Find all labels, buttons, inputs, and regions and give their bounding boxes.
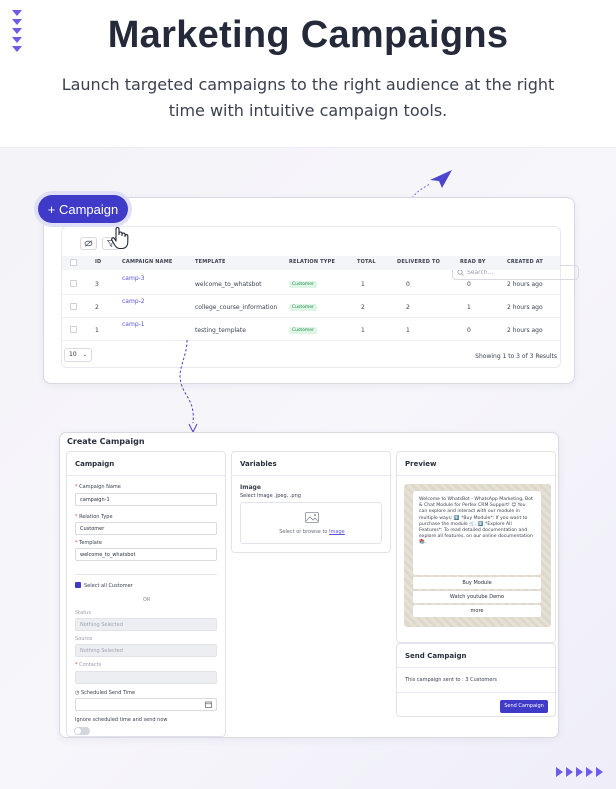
column-header-template[interactable]: TEMPLATE <box>195 259 226 265</box>
or-separator: OR <box>143 597 151 603</box>
source-label: Source <box>75 636 93 642</box>
select-all-label: Select all Customer <box>84 583 133 589</box>
page-size-value: 10 <box>69 351 77 358</box>
row-checkbox[interactable] <box>70 326 77 333</box>
column-header-id[interactable]: ID <box>95 259 101 265</box>
column-header-total[interactable]: TOTAL <box>357 259 376 265</box>
cell-delivered: 2 <box>406 304 410 311</box>
send-campaign-info: This campaign sent to : 3 Customers <box>405 677 497 683</box>
relation-type-label: * Relation Type <box>75 514 113 520</box>
hand-cursor-icon <box>111 227 129 250</box>
variables-panel-heading: Variables <box>232 452 390 476</box>
image-hint: Select Image .jpeg, .png <box>240 493 301 499</box>
campaign-name-input[interactable]: campaign-1 <box>75 493 217 506</box>
preview-panel: Preview Welcome to WhatsBot - WhatsApp M… <box>396 451 556 643</box>
variables-panel: Variables Image Select Image .jpeg, .png… <box>231 451 391 553</box>
create-campaign-title: Create Campaign <box>67 437 145 446</box>
cell-delivered: 1 <box>406 327 410 334</box>
campaign-panel: Campaign * Campaign Name campaign-1 * Re… <box>66 451 226 737</box>
cell-read: 0 <box>467 327 471 334</box>
template-label: * Template <box>75 540 102 546</box>
preview-button-watch-demo[interactable]: Watch youtube Demo <box>413 591 541 603</box>
cell-id: 2 <box>95 304 99 311</box>
row-checkbox[interactable] <box>70 303 77 310</box>
hide-columns-button[interactable] <box>80 237 97 250</box>
contacts-select[interactable] <box>75 671 217 684</box>
image-label: Image <box>240 484 261 491</box>
message-bubble: Welcome to WhatsBot - WhatsApp Marketing… <box>413 491 541 575</box>
image-icon <box>305 512 319 523</box>
template-select[interactable]: welcome_to_whatsbot <box>75 548 217 561</box>
cell-total: 2 <box>361 304 365 311</box>
add-campaign-label: + Campaign <box>47 201 119 217</box>
ignore-schedule-toggle[interactable] <box>74 727 90 735</box>
send-campaign-button[interactable]: Send Campaign <box>500 700 548 713</box>
divider <box>397 692 555 693</box>
select-all-checkbox[interactable] <box>75 582 81 588</box>
send-campaign-panel: Send Campaign This campaign sent to : 3 … <box>396 643 556 717</box>
status-select[interactable]: Nothing Selected <box>75 618 217 631</box>
campaign-name-label: * Campaign Name <box>75 484 121 490</box>
column-header-delivered-to[interactable]: DELIVERED TO <box>397 259 440 265</box>
dashed-connector-arrow <box>179 339 198 434</box>
cell-template: welcome_to_whatsbot <box>195 281 262 288</box>
status-label: Status <box>75 610 91 616</box>
preview-button-buy-module[interactable]: Buy Module <box>413 577 541 589</box>
preview-panel-heading: Preview <box>397 452 555 476</box>
cell-total: 1 <box>361 281 365 288</box>
relation-type-badge: Customer <box>289 304 317 311</box>
relation-type-badge: Customer <box>289 281 317 288</box>
cell-created-at: 2 hours ago <box>507 327 543 334</box>
pagination-info: Showing 1 to 3 of 3 Results <box>475 353 557 360</box>
column-header-read-by[interactable]: READ BY <box>460 259 486 265</box>
add-campaign-button[interactable]: + Campaign <box>38 195 128 223</box>
cell-read: 0 <box>467 281 471 288</box>
page-title: Marketing Campaigns <box>107 14 509 56</box>
preview-button-more[interactable]: more <box>413 605 541 617</box>
cell-campaign-name[interactable]: camp-1 <box>122 321 145 328</box>
calendar-icon <box>205 701 212 708</box>
row-checkbox[interactable] <box>70 280 77 287</box>
select-all-checkbox[interactable] <box>70 259 77 266</box>
scheduled-time-label: ◷ Scheduled Send Time <box>75 690 136 696</box>
ignore-schedule-label: Ignore scheduled time and send now <box>75 717 168 723</box>
cell-delivered: 0 <box>406 281 410 288</box>
cell-read: 1 <box>467 304 471 311</box>
source-select[interactable]: Nothing Selected <box>75 644 217 657</box>
table-row[interactable]: 2 camp-2 college_course_information Cust… <box>62 295 560 318</box>
upload-instructions: Select or browse to Image <box>279 529 345 535</box>
cell-template: college_course_information <box>195 304 278 311</box>
send-campaign-heading: Send Campaign <box>397 644 555 668</box>
table-row[interactable]: 3 camp-3 welcome_to_whatsbot Customer 1 … <box>62 272 560 295</box>
cell-campaign-name[interactable]: camp-3 <box>122 275 145 282</box>
eye-off-icon <box>84 240 93 247</box>
cell-created-at: 2 hours ago <box>507 281 543 288</box>
cell-id: 3 <box>95 281 99 288</box>
column-header-campaign-name[interactable]: CAMPAIGN NAME <box>122 259 173 265</box>
cell-campaign-name[interactable]: camp-2 <box>122 298 145 305</box>
divider <box>75 574 217 575</box>
campaign-panel-heading: Campaign <box>67 452 225 476</box>
paper-plane-icon <box>411 170 452 199</box>
browse-image-link[interactable]: Image <box>329 529 345 535</box>
cell-template: testing_template <box>195 327 246 334</box>
cell-total: 1 <box>361 327 365 334</box>
image-upload-dropzone[interactable]: Select or browse to Image <box>240 502 382 544</box>
table-header: ID CAMPAIGN NAME TEMPLATE RELATION TYPE … <box>62 256 560 270</box>
contacts-label: * Contacts <box>75 662 102 668</box>
relation-type-select[interactable]: Customer <box>75 522 217 535</box>
decorative-triangles-bottom <box>556 767 603 777</box>
relation-type-badge: Customer <box>289 327 317 334</box>
column-header-created-at[interactable]: CREATED AT <box>507 259 543 265</box>
page-subtitle: Launch targeted campaigns to the right a… <box>61 75 555 120</box>
column-header-relation-type[interactable]: RELATION TYPE <box>289 259 335 265</box>
cell-id: 1 <box>95 327 99 334</box>
message-preview-background: Welcome to WhatsBot - WhatsApp Marketing… <box>404 484 551 627</box>
table-row[interactable]: 1 camp-1 testing_template Customer 1 1 0… <box>62 318 560 341</box>
chevron-down-icon: ⌄ <box>82 352 87 358</box>
cell-created-at: 2 hours ago <box>507 304 543 311</box>
create-campaign-card: Create Campaign Campaign * Campaign Name… <box>59 432 559 738</box>
page-size-select[interactable]: 10 ⌄ <box>64 348 92 362</box>
scheduled-time-input[interactable] <box>75 698 217 711</box>
